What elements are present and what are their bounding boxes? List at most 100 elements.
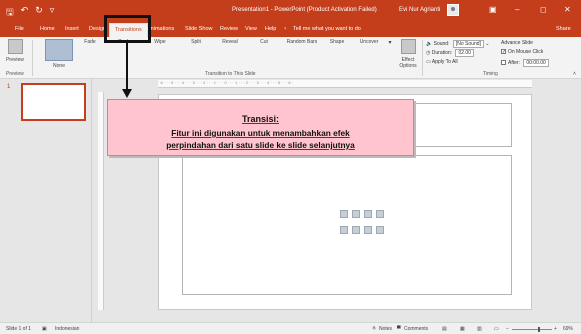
transition-reveal-label: Reveal [222, 39, 238, 45]
insert-content-icons [340, 210, 384, 240]
transition-random-bars[interactable]: Random Bars [282, 39, 455, 148]
slide-number: 1 [7, 84, 11, 90]
horizontal-ruler: · 6 · · · 5 · · · 4 · · · 3 · · · 2 · · … [158, 80, 532, 88]
duration-label: Duration: [431, 50, 453, 56]
slide-counter: Slide 1 of 1 [6, 326, 32, 332]
transition-split[interactable]: Split [181, 39, 354, 148]
ribbon-tabs: File Home Insert Design Transitions Anim… [0, 22, 581, 37]
transition-none-label: None [53, 63, 65, 69]
notes-button[interactable]: Notes [379, 326, 392, 332]
tell-me-search[interactable]: Tell me what you want to do [293, 26, 361, 32]
tab-help[interactable]: Help [265, 26, 276, 32]
table-icon[interactable] [340, 210, 348, 218]
zoom-slider-handle[interactable] [538, 327, 540, 332]
slide-thumbnail[interactable] [21, 83, 86, 121]
vertical-ruler [98, 92, 104, 310]
after-row: After: 00:00.00 [501, 59, 549, 67]
transition-cut[interactable]: Cut [249, 39, 422, 148]
duration-input[interactable]: 02.00 [455, 49, 474, 57]
comments-icon[interactable]: ▀ [397, 326, 401, 332]
tab-view[interactable]: View [245, 26, 257, 32]
content-placeholder[interactable] [182, 155, 512, 295]
clock-icon: ◷ [426, 50, 431, 56]
spelling-icon[interactable]: ▣ [42, 326, 47, 332]
transition-uncover[interactable]: Uncover [354, 39, 527, 148]
transition-none[interactable]: None [44, 39, 74, 69]
chart-icon[interactable] [352, 210, 360, 218]
tab-animations[interactable]: Animations [147, 26, 174, 32]
preview-button[interactable]: Preview [2, 39, 28, 63]
smartart-icon[interactable] [364, 210, 372, 218]
divider [422, 40, 423, 76]
customize-qat-icon[interactable]: ▿ [50, 5, 55, 21]
callout-body: Fitur ini digunakan untuk menambahkan ef… [108, 127, 413, 151]
slideshow-icon[interactable]: ▭ [494, 326, 499, 332]
transition-callout: Transisi: Fitur ini digunakan untuk mena… [107, 99, 414, 156]
close-icon[interactable]: ✕ [564, 5, 571, 14]
notes-icon[interactable]: ≙ [372, 326, 376, 332]
online-picture-icon[interactable] [352, 226, 360, 234]
tab-review[interactable]: Review [220, 26, 238, 32]
slides-pane: 1 [0, 79, 92, 322]
undo-icon[interactable]: ↶ [21, 5, 29, 21]
share-button[interactable]: Share [556, 26, 571, 32]
comments-button[interactable]: Comments [404, 326, 428, 332]
normal-view-icon[interactable]: ▤ [442, 326, 447, 332]
transition-shape-label: Shape [329, 39, 345, 45]
zoom-slider[interactable] [512, 329, 552, 330]
on-mouse-click-checkbox[interactable]: ✓ On Mouse Click [501, 49, 543, 55]
save-icon[interactable]: 🖫 [6, 5, 14, 21]
picture-icon[interactable] [340, 226, 348, 234]
transition-cut-label: Cut [260, 39, 268, 45]
ribbon: Preview Preview None Fade Push Wipe Spli… [0, 37, 581, 148]
maximize-icon[interactable]: ◻ [540, 5, 547, 14]
apply-to-all-button[interactable]: ▭ Apply To All [426, 59, 458, 65]
checkbox-checked-icon[interactable]: ✓ [501, 49, 506, 55]
transition-uncover-label: Uncover [359, 39, 379, 45]
apply-all-label: Apply To All [431, 59, 458, 65]
effect-options-button[interactable]: Effect Options [396, 39, 420, 69]
duration-row: ◷ Duration: 02.00 [426, 49, 474, 57]
zoom-out-icon[interactable]: − [506, 326, 509, 332]
tab-home[interactable]: Home [40, 26, 55, 32]
3d-model-icon[interactable] [376, 210, 384, 218]
after-checkbox[interactable] [501, 60, 506, 66]
sound-icon: 🔈 [426, 41, 433, 47]
after-input[interactable]: 00:00.00 [523, 59, 549, 67]
title-bar: 🖫 ↶ ↻ ▿ Presentation1 - PowerPoint (Prod… [0, 0, 581, 22]
callout-title: Transisi: [241, 114, 279, 124]
lightbulb-icon: ♀ [283, 26, 288, 32]
icons-icon[interactable] [376, 226, 384, 234]
zoom-level[interactable]: 69% [563, 326, 573, 332]
ribbon-display-icon[interactable]: ▣ [489, 5, 497, 14]
gallery-more-button[interactable]: ▾ [383, 39, 397, 46]
redo-icon[interactable]: ↻ [35, 5, 43, 21]
video-icon[interactable] [364, 226, 372, 234]
sound-row[interactable]: 🔈 Sound: [No Sound] ⌄ [426, 40, 490, 48]
none-transition-icon [45, 39, 73, 61]
reading-view-icon[interactable]: ▥ [477, 326, 482, 332]
preview-icon [7, 39, 23, 54]
avatar[interactable] [447, 4, 459, 16]
divider [32, 40, 33, 76]
tab-insert[interactable]: Insert [65, 26, 79, 32]
tab-file[interactable]: File [15, 26, 24, 32]
tab-slide-show[interactable]: Slide Show [185, 26, 213, 32]
transition-shape[interactable]: Shape [322, 39, 495, 148]
sound-dropdown[interactable]: [No Sound] [452, 40, 484, 48]
zoom-in-icon[interactable]: + [554, 326, 557, 332]
chevron-down-icon[interactable]: ⌄ [485, 41, 489, 47]
user-name[interactable]: Evi Nur Agrianti [399, 7, 440, 13]
transition-split-label: Split [191, 39, 201, 45]
slide-sorter-icon[interactable]: ▦ [460, 326, 465, 332]
after-label: After: [508, 60, 520, 66]
minimize-icon[interactable]: – [515, 5, 519, 14]
transition-group-label: Transition to This Slide [205, 71, 256, 77]
transition-fade[interactable]: Fade [75, 39, 248, 148]
collapse-ribbon-icon[interactable]: ˄ [573, 71, 576, 77]
transition-reveal[interactable]: Reveal [215, 39, 388, 148]
status-bar: Slide 1 of 1 ▣ Indonesian ≙ Notes ▀ Comm… [0, 322, 581, 334]
highlight-box [104, 15, 151, 43]
language-label[interactable]: Indonesian [55, 326, 79, 332]
effect-options-label: Effect Options [399, 57, 417, 69]
